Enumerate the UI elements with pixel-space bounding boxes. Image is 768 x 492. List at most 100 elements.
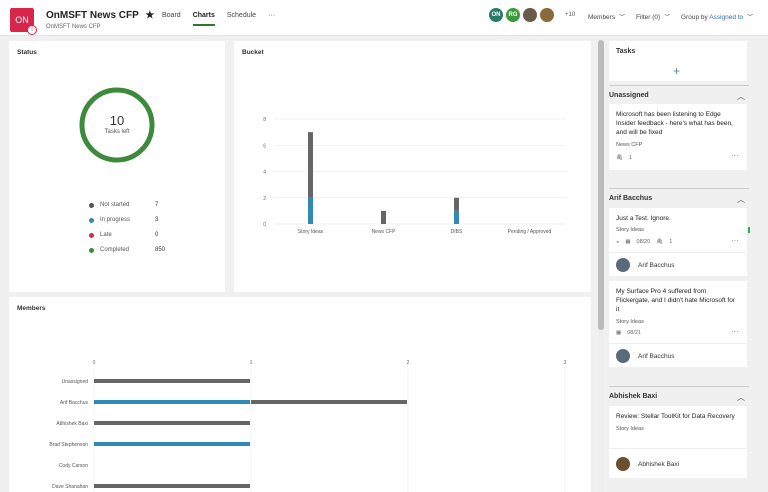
members-dropdown[interactable]: Members ﹀ xyxy=(588,12,625,21)
member-name-label: Brad Stephenson xyxy=(49,442,88,448)
plan-subtitle[interactable]: OnMSFT News CFP xyxy=(46,24,101,30)
task-card[interactable]: Just a Test. Ignore. Story Ideas ◒ ▦ 08/2… xyxy=(609,208,747,276)
legend-dot xyxy=(89,247,94,253)
bar-in-progress[interactable] xyxy=(94,400,250,404)
task-bucket-label: Story Ideas xyxy=(616,426,644,432)
legend-dot xyxy=(89,232,94,238)
task-assignee[interactable]: Abhishek Baxi xyxy=(616,457,679,471)
top-header: ON i OnMSFT News CFP ★ OnMSFT News CFP B… xyxy=(0,0,768,36)
plan-icon-initials: ON xyxy=(15,15,29,25)
group-header-arif-bacchus[interactable]: Arif Bacchus ︿ xyxy=(609,188,749,204)
view-tabs: Board Charts Schedule ··· xyxy=(162,12,275,26)
legend-label: Late xyxy=(100,232,112,238)
tab-board[interactable]: Board xyxy=(162,12,181,26)
task-meta: ◒ ▦ 08/20 🖇 1 xyxy=(616,239,672,245)
legend-value: 7 xyxy=(155,202,159,208)
group-by-label: Group by xyxy=(681,14,708,21)
members-chart: 0 1 2 3 Unassigned Arif Bacchus Abhishek Baxi B… xyxy=(49,360,567,492)
avatar[interactable]: ON xyxy=(489,8,503,22)
group-name: Abhishek Baxi xyxy=(609,393,658,400)
avatar[interactable]: RG xyxy=(506,8,520,22)
more-tabs-icon[interactable]: ··· xyxy=(268,12,275,26)
task-assignee[interactable]: Arif Bacchus xyxy=(616,349,675,363)
more-options-icon[interactable]: ··· xyxy=(731,151,739,160)
bar-in-progress[interactable] xyxy=(94,442,250,446)
group-name: Unassigned xyxy=(609,92,649,99)
scrollbar-thumb[interactable] xyxy=(598,40,604,330)
legend-in-progress: In progress 3 xyxy=(89,217,169,223)
calendar-icon: ▦ xyxy=(616,330,622,336)
info-badge-icon: i xyxy=(27,25,37,35)
legend-label: In progress xyxy=(100,217,131,223)
bar-not-started[interactable] xyxy=(381,210,386,224)
chevron-down-icon: ﹀ xyxy=(664,15,671,21)
member-name-label: Abhishek Baxi xyxy=(56,421,88,427)
attachment-count: 1 xyxy=(628,155,633,161)
avatar xyxy=(616,457,630,471)
legend-late: Late 0 xyxy=(89,232,169,238)
calendar-icon: ▦ xyxy=(625,239,631,245)
group-by-dropdown[interactable]: Group by Assigned to ﹀ xyxy=(681,12,753,21)
avatar[interactable] xyxy=(540,8,554,22)
bar-in-progress[interactable] xyxy=(454,210,459,224)
more-options-icon[interactable]: ··· xyxy=(731,236,739,245)
task-bucket-label: Story Ideas xyxy=(616,227,644,233)
filter-dropdown[interactable]: Filter (0) ﹀ xyxy=(636,12,670,21)
bar-not-started[interactable] xyxy=(94,421,250,425)
divider xyxy=(609,252,747,253)
group-header-abhishek-baxi[interactable]: Abhishek Baxi ︿ xyxy=(609,386,749,402)
chevron-up-icon[interactable]: ︿ xyxy=(737,194,745,205)
task-title: Review: Stellar ToolKit for Data Recover… xyxy=(616,413,735,420)
task-card[interactable]: My Surface Pro 4 suffered from Flickerga… xyxy=(609,281,747,367)
legend-value: 3 xyxy=(155,217,159,223)
member-name-label: Dave Shanahan xyxy=(52,484,88,490)
task-title: Just a Test. Ignore. xyxy=(616,215,671,222)
task-title: Microsoft has been listening to Edge Ins… xyxy=(616,111,733,136)
legend-not-started: Not started 7 xyxy=(89,202,169,208)
member-overflow-count[interactable]: +10 xyxy=(565,12,575,18)
y-tick-label: 6 xyxy=(263,143,266,149)
y-tick-label: 8 xyxy=(263,117,266,123)
favorite-star-icon[interactable]: ★ xyxy=(145,10,154,21)
assignee-name: Arif Bacchus xyxy=(638,261,675,269)
x-category-label: Pending / Approved xyxy=(508,229,552,235)
tasks-left-count: 10 xyxy=(109,113,125,128)
x-tick-label: 2 xyxy=(407,360,410,366)
task-assignee[interactable]: Arif Bacchus xyxy=(616,258,675,272)
chevron-up-icon[interactable]: ︿ xyxy=(737,91,745,102)
avatar xyxy=(616,349,630,363)
chevron-up-icon[interactable]: ︿ xyxy=(737,392,745,403)
bar-in-progress[interactable] xyxy=(308,197,313,224)
x-tick-label: 3 xyxy=(564,360,567,366)
y-tick-label: 2 xyxy=(263,196,266,202)
filter-label: Filter (0) xyxy=(636,14,661,21)
bar-not-started[interactable] xyxy=(308,132,313,198)
task-bucket-label: Story Ideas xyxy=(616,319,644,325)
group-by-value: Assigned to xyxy=(709,14,744,21)
tasks-header: Tasks + xyxy=(609,41,747,81)
bar-not-started[interactable] xyxy=(251,400,407,404)
avatar[interactable] xyxy=(523,8,537,22)
group-header-unassigned[interactable]: Unassigned ︿ xyxy=(609,85,749,101)
task-card[interactable]: Microsoft has been listening to Edge Ins… xyxy=(609,104,747,170)
tab-schedule[interactable]: Schedule xyxy=(227,12,256,26)
more-options-icon[interactable]: ··· xyxy=(731,327,739,336)
assignee-name: Arif Bacchus xyxy=(638,352,675,360)
members-label: Members xyxy=(588,14,616,21)
attachment-icon: 🖇 xyxy=(616,155,623,161)
chevron-down-icon: ﹀ xyxy=(747,15,754,21)
x-category-label: DIBS xyxy=(451,229,463,235)
bucket-chart: 0 2 4 6 8 Story Ideas News CFP DIBS Pending / Ap… xyxy=(263,117,566,235)
add-task-icon[interactable]: + xyxy=(673,64,680,78)
bar-not-started[interactable] xyxy=(94,379,250,383)
task-bucket-label: News CFP xyxy=(616,142,643,148)
bar-not-started[interactable] xyxy=(454,197,459,211)
task-card[interactable]: Review: Stellar ToolKit for Data Recover… xyxy=(609,406,747,478)
tab-charts[interactable]: Charts xyxy=(192,12,216,26)
due-date: 08/20 xyxy=(636,239,651,245)
chevron-down-icon: ﹀ xyxy=(619,15,626,21)
plan-icon[interactable]: ON i xyxy=(10,8,37,35)
bar-not-started[interactable] xyxy=(94,484,250,488)
members-panel: Members 0 1 2 3 Unassigned Arif Bacchus Abhish… xyxy=(9,297,591,492)
task-meta: 🖇 1 xyxy=(616,155,632,161)
